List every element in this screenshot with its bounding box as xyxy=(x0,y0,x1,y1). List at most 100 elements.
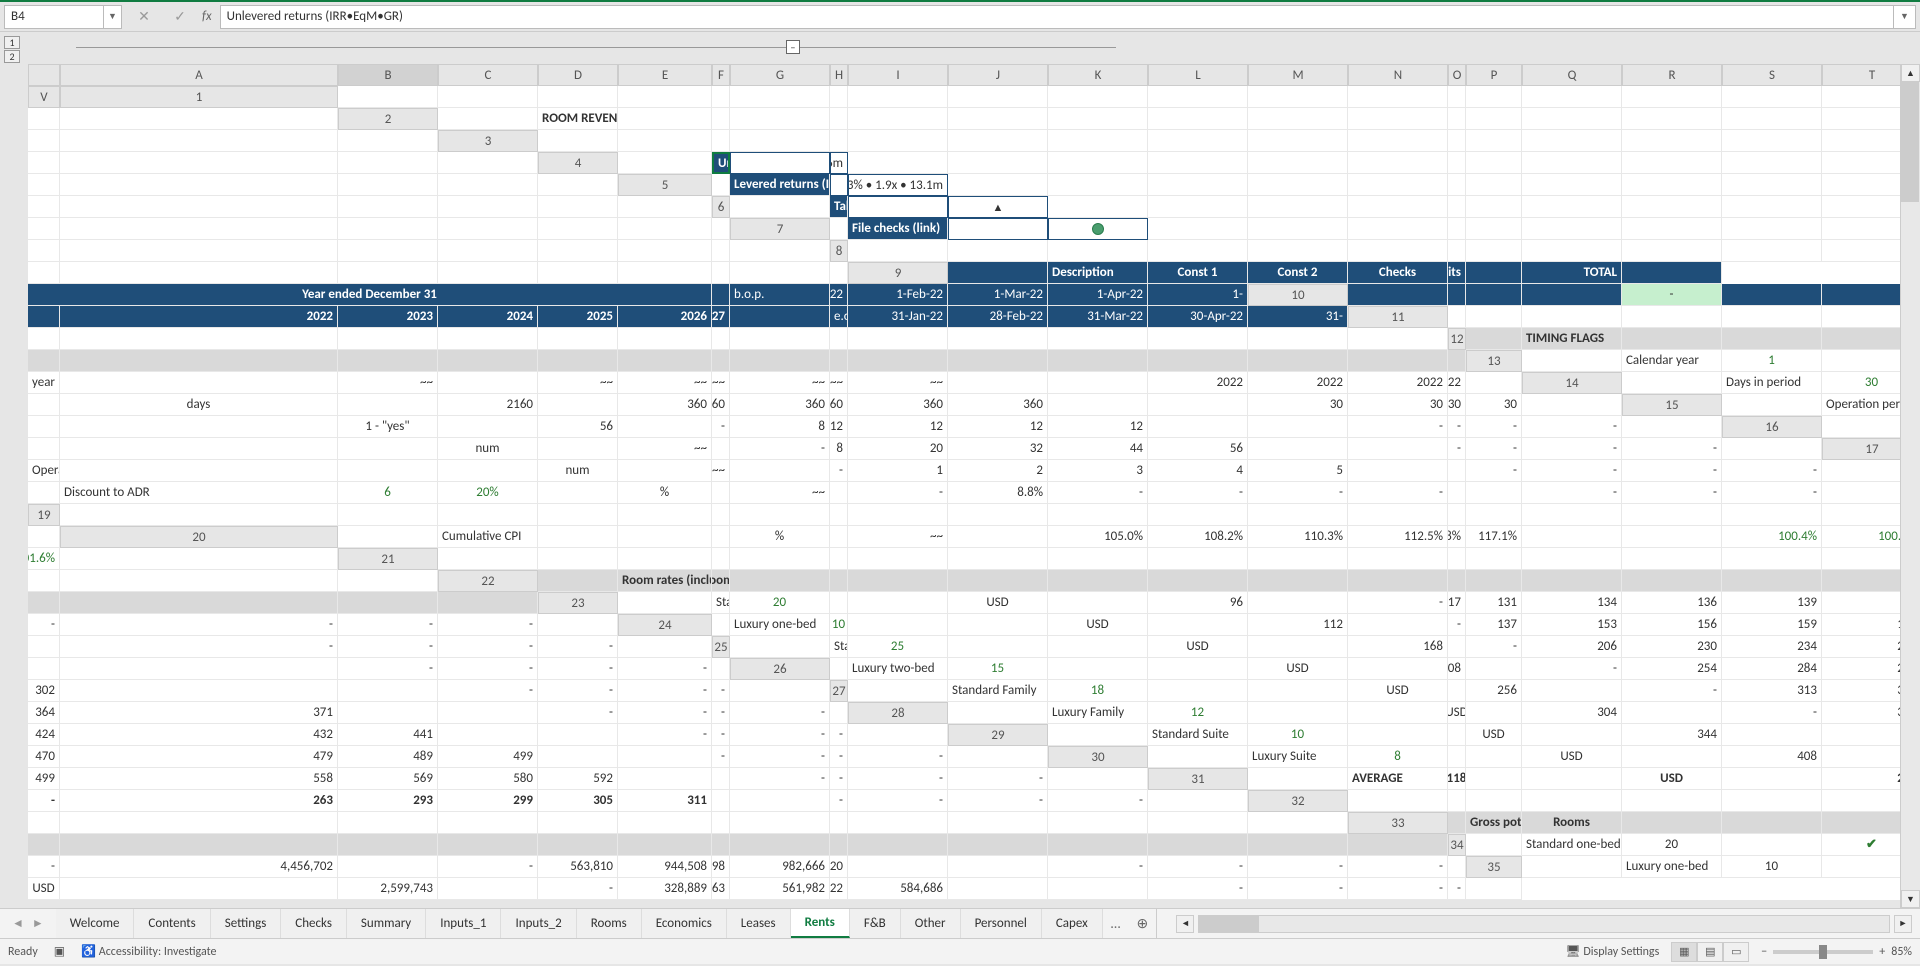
row-header-1[interactable]: 1 xyxy=(60,86,338,108)
macro-record-icon[interactable]: ▣ xyxy=(54,944,65,959)
outline-level-1[interactable]: 1 xyxy=(4,36,20,49)
sheet-tab-economics[interactable]: Economics xyxy=(642,909,727,938)
cancel-formula-icon[interactable]: ✕ xyxy=(130,5,158,29)
row-header-35[interactable]: 35 xyxy=(1466,856,1522,878)
row-header-14[interactable]: 14 xyxy=(1522,372,1622,394)
outline-level-2[interactable]: 2 xyxy=(4,50,20,63)
row-header-24[interactable]: 24 xyxy=(618,614,712,636)
row-header-21[interactable]: 21 xyxy=(338,548,438,570)
row-header-22[interactable]: 22 xyxy=(438,570,538,592)
row-header-9[interactable]: 9 xyxy=(848,262,948,284)
row-header-6[interactable]: 6 xyxy=(712,196,730,218)
col-header-J[interactable]: J xyxy=(948,64,1048,86)
formula-expand-icon[interactable]: ▼ xyxy=(1894,5,1916,29)
tab-nav-first-icon[interactable]: ◄ xyxy=(12,916,24,931)
sheet-tab-welcome[interactable]: Welcome xyxy=(56,909,135,938)
row-header-29[interactable]: 29 xyxy=(948,724,1048,746)
name-box[interactable]: B4 xyxy=(4,5,104,29)
col-header-A[interactable]: A xyxy=(60,64,338,86)
sheet-tab-contents[interactable]: Contents xyxy=(134,909,210,938)
accessibility-status[interactable]: ♿ Accessibility: Investigate xyxy=(81,944,216,959)
fx-icon[interactable]: fx xyxy=(202,9,212,24)
col-header-R[interactable]: R xyxy=(1622,64,1722,86)
col-header-P[interactable]: P xyxy=(1466,64,1522,86)
row-header-7[interactable]: 7 xyxy=(730,218,830,240)
row-header-12[interactable]: 12 xyxy=(1448,328,1466,350)
col-header-E[interactable]: E xyxy=(618,64,712,86)
sheet-tab-personnel[interactable]: Personnel xyxy=(961,909,1042,938)
row-header-32[interactable]: 32 xyxy=(1248,790,1348,812)
col-header-H[interactable]: H xyxy=(830,64,848,86)
col-header-C[interactable]: C xyxy=(438,64,538,86)
row-header-34[interactable]: 34 xyxy=(1448,834,1466,856)
scroll-up-icon[interactable]: ▲ xyxy=(1901,64,1920,82)
sheet-tab-inputs_2[interactable]: Inputs_2 xyxy=(501,909,576,938)
row-header-27[interactable]: 27 xyxy=(830,680,848,702)
col-header-I[interactable]: I xyxy=(848,64,948,86)
outline-collapse-button[interactable]: − xyxy=(786,40,800,54)
col-header-G[interactable]: G xyxy=(730,64,830,86)
col-header-O[interactable]: O xyxy=(1448,64,1466,86)
scroll-down-icon[interactable]: ▼ xyxy=(1901,890,1920,908)
row-header-5[interactable]: 5 xyxy=(618,174,712,196)
view-normal-icon[interactable]: ▦ xyxy=(1671,942,1697,962)
col-header-V[interactable]: V xyxy=(28,86,60,108)
sheet-tab-f&b[interactable]: F&B xyxy=(850,909,901,938)
row-header-11[interactable]: 11 xyxy=(1348,306,1448,328)
col-header-B[interactable]: B xyxy=(338,64,438,86)
row-header-4[interactable]: 4 xyxy=(538,152,618,174)
sheet-tab-rooms[interactable]: Rooms xyxy=(577,909,642,938)
row-header-13[interactable]: 13 xyxy=(1466,350,1522,372)
zoom-out-icon[interactable]: − xyxy=(1761,945,1767,959)
view-page-layout-icon[interactable]: ▤ xyxy=(1697,942,1723,962)
row-header-23[interactable]: 23 xyxy=(538,592,618,614)
col-header-Q[interactable]: Q xyxy=(1522,64,1622,86)
row-header-20[interactable]: 20 xyxy=(60,526,338,548)
sheet-tab-rents[interactable]: Rents xyxy=(791,909,850,938)
select-all-cell[interactable] xyxy=(28,64,60,86)
hscroll-left-icon[interactable]: ◄ xyxy=(1176,915,1194,933)
zoom-in-icon[interactable]: + xyxy=(1879,945,1885,959)
row-header-17[interactable]: 17 xyxy=(1822,438,1900,460)
hscroll-right-icon[interactable]: ► xyxy=(1894,915,1912,933)
col-header-F[interactable]: F xyxy=(712,64,730,86)
confirm-formula-icon[interactable]: ✓ xyxy=(166,5,194,29)
tab-nav-prev-icon[interactable]: ► xyxy=(32,916,44,931)
row-header-30[interactable]: 30 xyxy=(1048,746,1148,768)
sheet-tab-summary[interactable]: Summary xyxy=(347,909,426,938)
name-box-dropdown[interactable]: ▼ xyxy=(104,5,122,29)
sheet-tab-checks[interactable]: Checks xyxy=(281,909,347,938)
row-header-19[interactable]: 19 xyxy=(28,504,60,526)
row-header-28[interactable]: 28 xyxy=(848,702,948,724)
row-header-10[interactable]: 10 xyxy=(1248,284,1348,306)
formula-input[interactable]: Unlevered returns (IRR•EqM•GR) xyxy=(220,5,1894,29)
row-header-33[interactable]: 33 xyxy=(1348,812,1448,834)
col-header-T[interactable]: T xyxy=(1822,64,1900,86)
col-header-D[interactable]: D xyxy=(538,64,618,86)
sheet-tab-inputs_1[interactable]: Inputs_1 xyxy=(426,909,501,938)
horizontal-scrollbar[interactable] xyxy=(1198,915,1890,933)
zoom-level[interactable]: 85% xyxy=(1891,945,1912,959)
row-header-26[interactable]: 26 xyxy=(730,658,830,680)
col-header-L[interactable]: L xyxy=(1148,64,1248,86)
row-header-8[interactable]: 8 xyxy=(830,240,848,262)
row-header-15[interactable]: 15 xyxy=(1622,394,1722,416)
row-header-16[interactable]: 16 xyxy=(1722,416,1822,438)
tab-more-icon[interactable]: … xyxy=(1103,909,1129,938)
row-header-2[interactable]: 2 xyxy=(338,108,438,130)
display-settings[interactable]: 🖥 Display Settings xyxy=(1565,944,1659,959)
row-header-25[interactable]: 25 xyxy=(712,636,730,658)
vertical-scrollbar[interactable]: ▲ ▼ xyxy=(1900,64,1920,908)
row-header-3[interactable]: 3 xyxy=(438,130,538,152)
zoom-slider[interactable] xyxy=(1773,950,1873,954)
sheet-tab-other[interactable]: Other xyxy=(901,909,961,938)
sheet-tab-leases[interactable]: Leases xyxy=(727,909,791,938)
row-header-31[interactable]: 31 xyxy=(1148,768,1248,790)
sheet-tab-settings[interactable]: Settings xyxy=(211,909,282,938)
col-header-M[interactable]: M xyxy=(1248,64,1348,86)
tab-add-icon[interactable]: ⊕ xyxy=(1128,909,1156,938)
view-page-break-icon[interactable]: ▭ xyxy=(1723,942,1749,962)
col-header-K[interactable]: K xyxy=(1048,64,1148,86)
sheet-tab-capex[interactable]: Capex xyxy=(1042,909,1103,938)
col-header-S[interactable]: S xyxy=(1722,64,1822,86)
